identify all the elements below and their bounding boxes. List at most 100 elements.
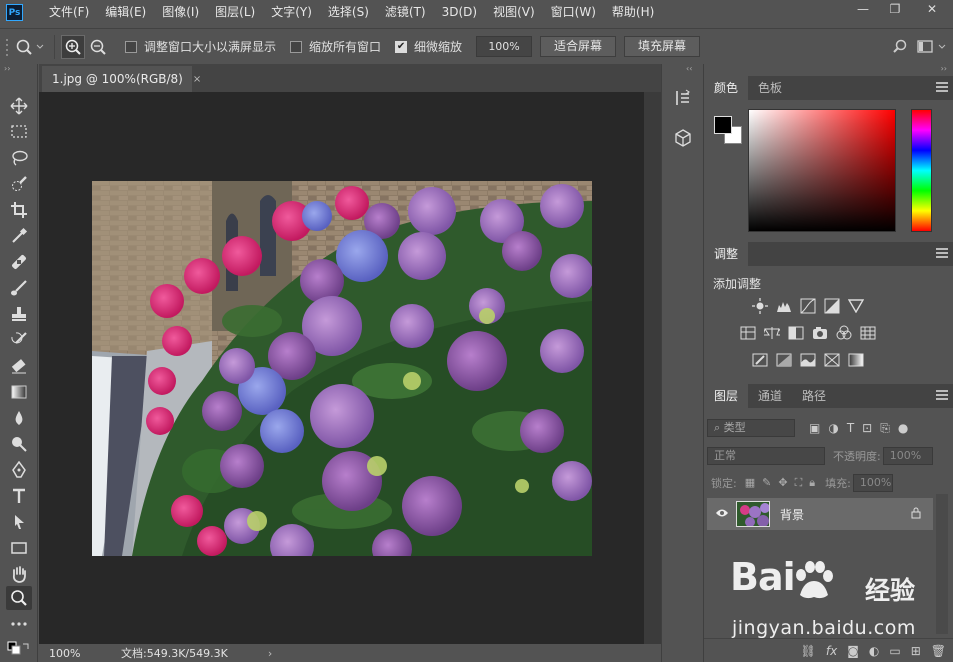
document-image-hydrangeas[interactable] (92, 181, 592, 556)
blur-tool-icon[interactable] (6, 406, 32, 430)
zoom-out-icon[interactable] (85, 35, 111, 59)
color-panel-menu-icon[interactable] (936, 82, 948, 92)
menu-3d[interactable]: 3D(D) (434, 0, 485, 25)
gradient-tool-icon[interactable] (6, 380, 32, 404)
more-tools-icon[interactable] (6, 612, 32, 636)
link-layers-icon[interactable]: ⛓ (801, 644, 816, 658)
type-tool-icon[interactable] (6, 484, 32, 508)
zoom-tool-icon[interactable] (6, 586, 32, 610)
path-selection-tool-icon[interactable] (6, 510, 32, 534)
threshold-icon[interactable] (799, 352, 817, 368)
eraser-tool-icon[interactable] (6, 354, 32, 378)
lock-paint-icon[interactable]: ✎ (762, 476, 771, 490)
dodge-tool-icon[interactable] (6, 432, 32, 456)
filter-toggle-icon[interactable]: ● (898, 421, 908, 436)
crop-tool-icon[interactable] (6, 198, 32, 222)
color-picker-field[interactable] (748, 109, 896, 232)
resize-windows-checkbox[interactable] (125, 40, 137, 53)
menu-layer[interactable]: 图层(L) (207, 0, 263, 25)
foreground-background-swatch-icon[interactable] (6, 638, 32, 662)
new-layer-icon[interactable]: ⊞ (911, 644, 921, 658)
invert-icon[interactable] (751, 352, 769, 368)
marquee-tool-icon[interactable] (6, 120, 32, 144)
fit-screen-button[interactable]: 适合屏幕 (540, 36, 617, 57)
history-brush-tool-icon[interactable] (6, 328, 32, 352)
tab-swatches[interactable]: 色板 (748, 76, 792, 100)
hand-tool-icon[interactable] (6, 562, 32, 586)
layers-panel-menu-icon[interactable] (936, 390, 948, 400)
grip-handle[interactable] (4, 35, 12, 59)
tab-layers[interactable]: 图层 (704, 384, 749, 408)
menu-image[interactable]: 图像(I) (154, 0, 207, 25)
tab-paths[interactable]: 路径 (792, 384, 836, 408)
layer-filter-select[interactable]: ⌕ 类型 (707, 419, 795, 437)
pixel-filter-icon[interactable]: ▣ (809, 421, 820, 436)
new-group-icon[interactable]: ▭ (889, 644, 900, 658)
close-tab-icon[interactable]: × (193, 74, 201, 85)
document-tab[interactable]: 1.jpg @ 100%(RGB/8) × (42, 66, 201, 92)
color-balance-icon[interactable] (763, 325, 781, 341)
type-filter-icon[interactable]: T (847, 421, 854, 436)
adjustments-panel-menu-icon[interactable] (936, 248, 948, 258)
menu-type[interactable]: 文字(Y) (263, 0, 320, 25)
lock-position-icon[interactable]: ✥ (778, 476, 787, 490)
fill-screen-button[interactable]: 填充屏幕 (624, 36, 701, 57)
visibility-eye-icon[interactable] (715, 507, 729, 521)
menu-select[interactable]: 选择(S) (320, 0, 377, 25)
tools-collapse-icon[interactable]: ›› (0, 64, 37, 74)
close-button[interactable]: ✕ (911, 0, 953, 17)
menu-view[interactable]: 视图(V) (485, 0, 543, 25)
tab-channels[interactable]: 通道 (748, 384, 792, 408)
color-lookup-icon[interactable] (859, 325, 877, 341)
black-white-icon[interactable] (787, 325, 805, 341)
lock-artboard-icon[interactable]: ⛶ (795, 476, 803, 490)
tab-adjustments[interactable]: 调整 (704, 242, 749, 266)
lasso-tool-icon[interactable] (6, 146, 32, 170)
history-panel-icon[interactable] (669, 84, 697, 112)
menu-edit[interactable]: 编辑(E) (97, 0, 154, 25)
menu-window[interactable]: 窗口(W) (543, 0, 604, 25)
scrubby-zoom-option[interactable]: ✔ 细微缩放 (395, 38, 462, 55)
resize-windows-option[interactable]: 调整窗口大小以满屏显示 (125, 38, 276, 55)
menu-file[interactable]: 文件(F) (41, 0, 97, 25)
posterize-icon[interactable] (775, 352, 793, 368)
restore-button[interactable]: ❐ (879, 0, 911, 17)
move-tool-icon[interactable] (6, 94, 32, 118)
clone-stamp-tool-icon[interactable] (6, 302, 32, 326)
layer-row-background[interactable]: 背景 (707, 498, 933, 530)
zoom-percent-field[interactable]: 100% (476, 36, 533, 57)
smart-object-filter-icon[interactable]: ⎘ (880, 421, 890, 436)
status-zoom[interactable]: 100% (39, 647, 87, 660)
zoom-all-windows-option[interactable]: 缩放所有窗口 (290, 38, 381, 55)
levels-icon[interactable] (775, 298, 793, 314)
vertical-scrollbar[interactable] (644, 92, 661, 644)
zoom-all-windows-checkbox[interactable] (290, 40, 303, 53)
lock-all-icon[interactable]: 🔒︎ (809, 476, 815, 490)
layer-name[interactable]: 背景 (780, 506, 804, 523)
curves-icon[interactable] (799, 298, 817, 314)
exposure-icon[interactable] (823, 298, 841, 314)
foreground-color-swatch[interactable] (714, 116, 732, 134)
gradient-map-icon[interactable] (847, 352, 865, 368)
delete-layer-icon[interactable]: 🗑︎ (931, 644, 946, 658)
photo-filter-icon[interactable] (811, 325, 829, 341)
brush-tool-icon[interactable] (6, 276, 32, 300)
channel-mixer-icon[interactable] (835, 325, 853, 341)
adjustment-filter-icon[interactable]: ◑ (828, 421, 838, 436)
tab-color[interactable]: 颜色 (704, 76, 749, 100)
shape-filter-icon[interactable]: ⊡ (862, 421, 872, 436)
menu-filter[interactable]: 滤镜(T) (377, 0, 434, 25)
vibrance-icon[interactable] (847, 298, 865, 314)
search-icon[interactable] (887, 35, 913, 59)
3d-panel-icon[interactable] (669, 124, 697, 152)
blend-mode-select[interactable]: 正常 (707, 447, 825, 465)
healing-brush-tool-icon[interactable] (6, 250, 32, 274)
lock-transparent-icon[interactable]: ▦ (745, 476, 755, 490)
pen-tool-icon[interactable] (6, 458, 32, 482)
selective-color-icon[interactable] (823, 352, 841, 368)
status-menu-arrow-icon[interactable]: › (268, 647, 272, 660)
collapse-dock-icon[interactable]: ›› (941, 64, 947, 73)
fill-field[interactable]: 100% (852, 474, 893, 492)
new-adjustment-layer-icon[interactable]: ◐ (869, 644, 879, 658)
opacity-field[interactable]: 100% (882, 447, 933, 465)
